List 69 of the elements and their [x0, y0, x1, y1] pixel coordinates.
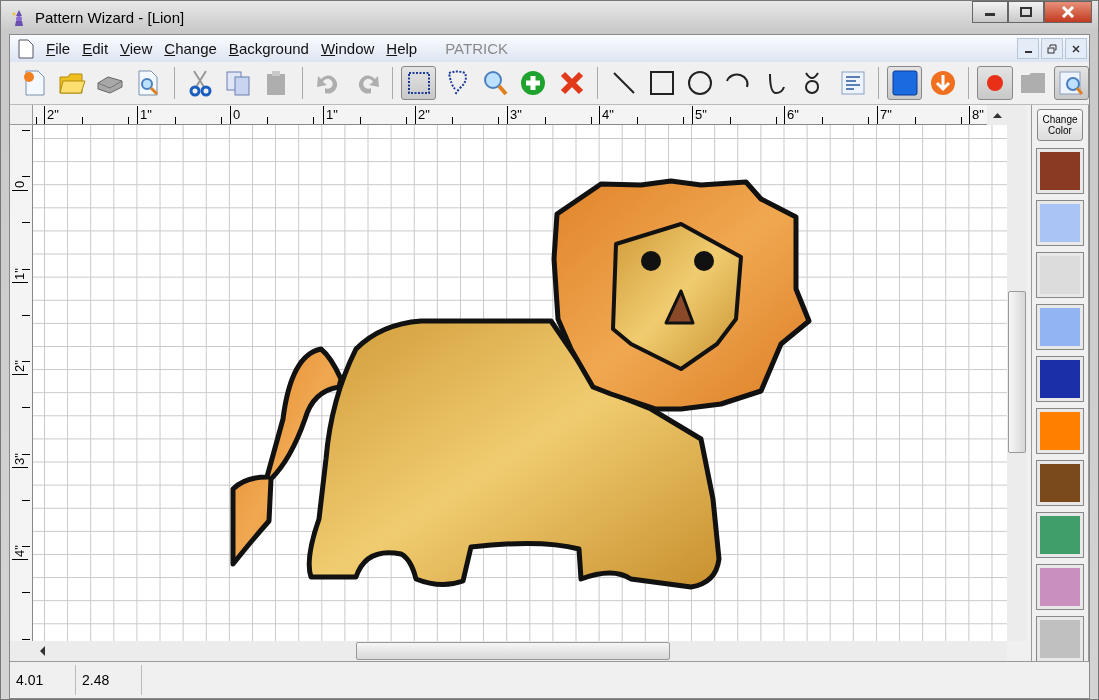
menu-item[interactable]: View [120, 40, 153, 57]
ruler-label: 8" [969, 106, 984, 124]
document-search-icon [1057, 69, 1086, 97]
text-lines-icon [838, 69, 867, 97]
close-icon [1072, 44, 1080, 53]
document-icon [18, 38, 34, 59]
ruler-label: 5" [692, 106, 707, 124]
ruler-label: 4" [599, 106, 614, 124]
ruler-label: 2" [44, 106, 59, 124]
close-icon [1061, 6, 1075, 18]
status-coordinate: 4.01 [10, 665, 76, 695]
minimize-icon [1024, 50, 1032, 53]
window-title: Pattern Wizard - [Lion] [35, 9, 185, 26]
menu-item[interactable]: Change [164, 40, 217, 57]
ruler-label: 0 [12, 180, 28, 191]
color-swatch[interactable] [1037, 617, 1083, 661]
status-coordinate: 2.48 [76, 665, 142, 695]
up-arrow-icon [992, 112, 1002, 118]
ruler-label: 7" [877, 106, 892, 124]
magnifier-icon [481, 69, 510, 97]
color-swatch[interactable] [1037, 513, 1083, 557]
inspect-tool-button[interactable] [1053, 66, 1089, 100]
ruler-label: 4" [12, 545, 28, 560]
color-swatch[interactable] [1037, 357, 1083, 401]
color-swatch[interactable] [1037, 253, 1083, 297]
scroll-left-icon [38, 646, 48, 656]
ruler-label: 0 [230, 106, 241, 124]
ruler-label: 6" [784, 106, 799, 124]
scroll-up-button[interactable] [987, 105, 1007, 125]
ruler-label: 2" [415, 106, 430, 124]
user-name: PATRICK [445, 40, 508, 57]
record-tool-button[interactable] [977, 66, 1013, 100]
ruler-label: 3" [12, 453, 28, 468]
scroll-thumb[interactable] [1008, 291, 1026, 453]
change-color-button[interactable]: Change Color [1037, 109, 1083, 141]
ruler-label: 1" [137, 106, 152, 124]
close-button[interactable] [1065, 38, 1087, 59]
color-swatch[interactable] [1037, 461, 1083, 505]
color-swatch[interactable] [1037, 201, 1083, 245]
drawing-canvas[interactable] [33, 125, 1007, 641]
ruler-label: 3" [507, 106, 522, 124]
color-swatch[interactable] [1037, 409, 1083, 453]
fill-tool-button[interactable] [887, 66, 923, 100]
horizontal-scrollbar[interactable] [10, 641, 1007, 661]
ruler-label: 1" [12, 268, 28, 283]
copy-icon [224, 69, 253, 97]
rectangle-icon [647, 69, 676, 97]
circle-icon [685, 69, 714, 97]
restore-icon [1047, 43, 1057, 54]
menu-item[interactable]: Background [228, 40, 309, 57]
color-swatch[interactable] [1037, 149, 1083, 193]
color-swatch[interactable] [1037, 565, 1083, 609]
menu-item[interactable]: Help [386, 40, 418, 57]
scroll-thumb[interactable] [356, 642, 670, 660]
plus-icon [519, 69, 548, 97]
color-swatch[interactable] [1037, 305, 1083, 349]
maximize-button[interactable] [1008, 1, 1044, 23]
menu-item[interactable]: Window [320, 40, 375, 57]
close-button[interactable] [1044, 1, 1092, 23]
ruler-label: 1" [323, 106, 338, 124]
vertical-scrollbar[interactable] [1007, 105, 1027, 641]
maximize-icon [1019, 7, 1033, 17]
minimize-button[interactable] [972, 1, 1008, 23]
minimize-button[interactable] [1017, 38, 1039, 59]
fill-square-icon [890, 69, 919, 97]
menu-item[interactable]: Edit [82, 40, 109, 57]
menu-item[interactable]: File [46, 40, 71, 57]
ruler-label: 2" [12, 360, 28, 375]
select-tool-button[interactable] [401, 66, 437, 100]
